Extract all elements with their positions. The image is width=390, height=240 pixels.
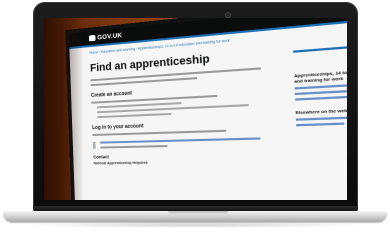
display-vignette (44, 18, 84, 200)
sidebar-link (295, 116, 347, 121)
laptop-photo: GOV.UK Home › Education and learning › A… (0, 0, 390, 240)
webcam-icon (226, 13, 230, 17)
inset-text (92, 136, 281, 149)
link-line (100, 137, 261, 144)
text-line (100, 145, 168, 149)
crown-icon (88, 34, 96, 42)
gov-logo: GOV.UK (97, 31, 123, 42)
laptop-display: GOV.UK Home › Education and learning › A… (44, 18, 347, 200)
sidebar-link (295, 95, 347, 101)
sidebar-heading: Elsewhere on the web (295, 107, 347, 116)
lid-notch (168, 211, 228, 215)
bullet-line (97, 112, 172, 119)
sidebar-link (294, 83, 347, 90)
contact-subheading: National Apprenticeship Helpdesk (93, 160, 148, 166)
related-sidebar: Apprenticeships, 14 to 19 education and … (293, 43, 347, 164)
text-line (92, 129, 227, 136)
section-heading-contact: Contact (93, 154, 109, 160)
photographed-monitor: GOV.UK Home › Education and learning › A… (65, 18, 347, 200)
webpage: GOV.UK Home › Education and learning › A… (68, 18, 347, 200)
laptop-base (3, 211, 387, 222)
sidebar-link (296, 122, 344, 127)
page-title: Find an apprenticeship (89, 52, 210, 75)
sidebar-link (294, 89, 347, 96)
main-column: Find an apprenticeship Create an account… (89, 39, 281, 166)
sidebar-heading: Apprenticeships, 14 to 19 education and … (293, 67, 347, 84)
laptop-shadow (20, 222, 370, 228)
section-heading-log-in: Log in to your account (92, 123, 144, 132)
